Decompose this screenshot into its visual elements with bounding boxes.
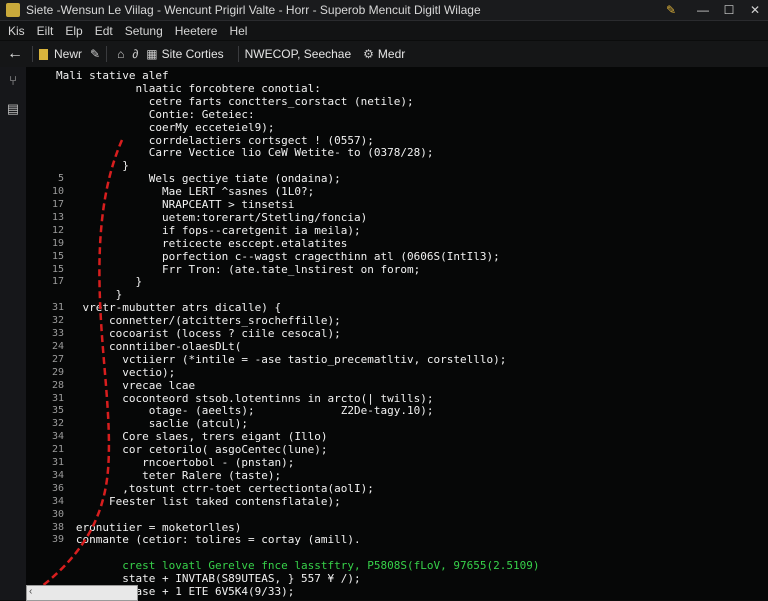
- link-icon[interactable]: ∂: [132, 47, 138, 61]
- code-line: reticecte esccept.etalatites: [56, 236, 348, 250]
- menu-item-1[interactable]: Kis: [8, 24, 25, 38]
- toolbar-divider: [237, 46, 239, 62]
- toolbar-divider: [106, 46, 108, 62]
- code-line: vrecae lcae: [56, 378, 196, 392]
- file-tab[interactable]: Newr: [39, 47, 82, 61]
- code-line: coerMy ecceteiel9);: [56, 120, 275, 134]
- code-line: Core slaes, trers eigant (Illo): [56, 430, 328, 444]
- file-icon: [39, 48, 48, 60]
- code-line: teter Ralere (taste);: [56, 468, 282, 482]
- code-line: Mae LERT ^sasnes (1L0?;: [56, 185, 315, 199]
- code-line: vctiierr (*intile = -ase tastio_precemat…: [56, 352, 507, 366]
- code-line: NRAPCEATT > tinsetsi: [56, 198, 295, 211]
- code-line: Carre Vectice lio CeW Wetite- to (0378/2…: [56, 146, 434, 160]
- code-line: uetem:torerart/Stetling/foncia): [56, 210, 368, 224]
- code-line: saclie (atcul);: [56, 417, 249, 431]
- code-line: otage- (aeelts); Z2De-tagy.10);: [56, 404, 434, 418]
- code-line: porfection c--wagst cragecthinn atl (060…: [56, 249, 500, 263]
- code-line: }: [56, 275, 143, 289]
- menu-item-2[interactable]: Eilt: [37, 24, 54, 38]
- toolbar-divider: [32, 46, 33, 62]
- menu-item-5[interactable]: Setung: [125, 24, 163, 38]
- activity-bar: ⑂ ▤: [0, 67, 27, 600]
- pin-icon[interactable]: ✎: [666, 3, 676, 17]
- code-line: Wels gectiye tiate (ondaina);: [56, 172, 341, 186]
- pencil-icon[interactable]: ✎: [90, 47, 100, 61]
- menu-item-4[interactable]: Edt: [95, 24, 113, 38]
- horizontal-scrollbar[interactable]: ‹: [26, 585, 138, 601]
- code-editor[interactable]: Mali stative alef nlaatic forcobtere con…: [26, 67, 768, 600]
- code-line: corrdelactiers cortsgect ! (0557);: [56, 133, 374, 147]
- scroll-left-icon[interactable]: ‹: [29, 586, 32, 597]
- code-line: eronutiier = moketorlles): [56, 520, 242, 534]
- menu-item-6[interactable]: Heetere: [175, 24, 218, 38]
- code-line: if fops--caretgenit ia meila);: [56, 223, 361, 237]
- home-icon[interactable]: ⌂: [117, 47, 124, 61]
- code-line: ,tostunt ctrr-toet certectionta(aolI);: [56, 481, 374, 495]
- code-line: Frr Tron: (ate.tate_lnstirest on forom;: [56, 262, 421, 276]
- file-tab-label: Newr: [54, 47, 83, 61]
- minimize-button[interactable]: —: [690, 3, 716, 17]
- code-line: state + INVTAB(S89UTEAS, } 557 ¥ /);: [56, 572, 361, 586]
- grid-icon[interactable]: ▦: [146, 47, 157, 61]
- app-icon: [6, 3, 20, 17]
- title-bar: Siete -Wensun Le Viilag - Wencunt Prigir…: [0, 0, 768, 21]
- code-line: connetter/(atcitters_srocheffille);: [56, 314, 341, 328]
- code-line: cocoarist (locess ? ciile cesocal);: [56, 327, 341, 340]
- code-line: conntiiber-olaesDLt(: [56, 339, 242, 353]
- code-line: nlaatic forcobtere conotial:: [56, 81, 321, 95]
- code-line: Feester list taked contensflatale);: [56, 494, 341, 508]
- code-line: }: [56, 159, 129, 173]
- code-line: Mali stative alef: [56, 69, 169, 82]
- back-arrow-icon[interactable]: ←: [4, 45, 26, 63]
- code-line: vretr-mubutter atrs dicalle) {: [56, 301, 282, 315]
- search-button[interactable]: NWECOP, Seechae: [245, 47, 352, 61]
- close-button[interactable]: ✕: [742, 3, 768, 17]
- menu-item-7[interactable]: Hel: [229, 24, 247, 38]
- menu-item-3[interactable]: Elp: [65, 24, 82, 38]
- window-controls: ✎ — ☐ ✕: [666, 0, 768, 20]
- site-button[interactable]: Site Corties: [162, 47, 224, 61]
- settings-icon[interactable]: ⚙: [363, 47, 374, 61]
- code-line: vectio);: [56, 365, 176, 379]
- line-number: 30: [51, 508, 64, 520]
- code-line: }: [56, 288, 123, 302]
- code-line: coconteord stsob.lotentinns in arcto(| t…: [56, 391, 434, 405]
- line-number: [26, 546, 64, 559]
- code-line: cor cetorilo( asgoCentec(lune);: [56, 443, 328, 457]
- window-title: Siete -Wensun Le Viilag - Wencunt Prigir…: [26, 3, 481, 17]
- code-line: conmante (cetior: tolires = cortay (amil…: [56, 533, 361, 547]
- toolbar: ← Newr ✎ ⌂ ∂ ▦ Site Corties NWECOP, Seec…: [0, 41, 768, 68]
- code-line: Contie: Geteiec:: [56, 107, 255, 121]
- code-line: cetre farts conctters_corstact (netile);: [56, 94, 414, 108]
- menu-bar: Kis Eilt Elp Edt Setung Heetere Hel: [0, 21, 768, 40]
- code-line: rncoertobol - (pnstan);: [56, 456, 295, 469]
- mode-button[interactable]: Medr: [378, 47, 405, 61]
- code-line: crest lovatl Gerelve fnce lasstftry, P58…: [56, 559, 540, 573]
- files-icon[interactable]: ▤: [0, 101, 26, 123]
- maximize-button[interactable]: ☐: [716, 3, 742, 17]
- branch-icon[interactable]: ⑂: [0, 73, 26, 95]
